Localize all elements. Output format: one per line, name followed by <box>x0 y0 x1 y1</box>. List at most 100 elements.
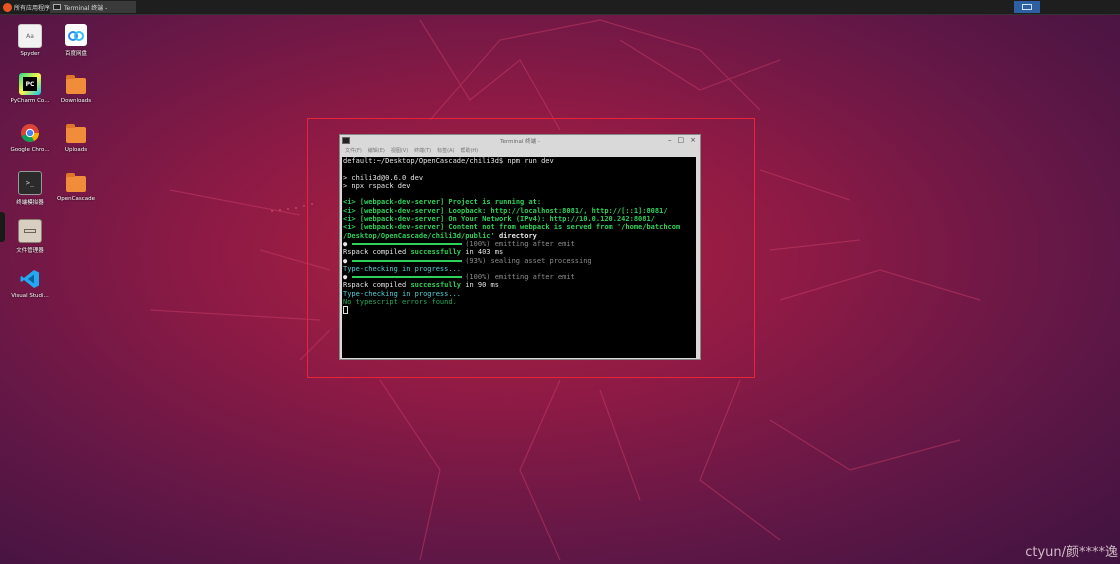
desktop-icon-label: Visual Studi... <box>11 293 49 299</box>
folder-icon <box>65 73 87 95</box>
menu-file[interactable]: 文件(F) <box>345 147 362 154</box>
menu-terminal[interactable]: 终端(T) <box>414 147 431 154</box>
log-message: On Your Network (IPv4): http://10.0.120.… <box>448 215 655 224</box>
taskbar-item-label: Terminal 终端 - <box>64 4 108 12</box>
watermark: ctyun/颜****逸 <box>1025 545 1118 560</box>
side-panel-handle[interactable] <box>0 212 5 242</box>
log-message: Content not from webpack is served from … <box>448 223 681 232</box>
menu-edit[interactable]: 编辑(E) <box>368 147 385 154</box>
maximize-icon[interactable]: □ <box>678 136 685 144</box>
terminal-line: <i> [webpack-dev-server] On Your Network… <box>342 215 696 223</box>
compiled-text: Rspack compiled <box>343 281 407 290</box>
minimize-icon[interactable]: – <box>668 136 672 144</box>
menu-help[interactable]: 帮助(H) <box>460 147 478 154</box>
desktop-icon-pycharm[interactable]: PC PyCharm Co... <box>7 73 53 104</box>
terminal-titlebar[interactable]: Terminal 终端 - – □ × <box>340 135 700 146</box>
compiled-time: in 403 ms <box>465 248 504 257</box>
desktop-icon-label: Downloads <box>60 98 92 104</box>
bullet: ● <box>343 256 348 265</box>
desktop-icon-label: 文件管理器 <box>16 248 44 254</box>
desktop-icon-google-chrome[interactable]: Google Chro... <box>7 122 53 153</box>
terminal-output[interactable]: default:~/Desktop/OpenCascade/chili3d$ n… <box>342 157 696 358</box>
bullet: ● <box>343 239 348 248</box>
desktop-icon-label: Uploads <box>64 147 88 153</box>
log-message: Project is running at: <box>448 198 542 207</box>
desktop-icon-spyder[interactable]: Aa Spyder <box>7 24 53 57</box>
terminal-line: <i> [webpack-dev-server] Loopback: http:… <box>342 207 696 215</box>
terminal-line: <i> [webpack-dev-server] Project is runn… <box>342 198 696 206</box>
terminal-window[interactable]: Terminal 终端 - – □ × 文件(F) 编辑(E) 视图(V) 终端… <box>339 134 701 360</box>
progress-bar <box>352 242 463 245</box>
progress-bar <box>352 276 463 279</box>
terminal-line: No typescript errors found. <box>343 298 457 307</box>
terminal-line: ● (93%) sealing asset processing <box>342 257 696 265</box>
desktop-icon-downloads[interactable]: Downloads <box>53 73 99 104</box>
log-source: [webpack-dev-server] <box>359 223 445 232</box>
terminal-line: Rspack compiled successfully in 403 ms <box>342 248 696 256</box>
desktop-icon-label: OpenCascade <box>56 196 96 202</box>
desktop-icon-terminal-emulator[interactable]: >_ 终端模拟器 <box>7 171 53 206</box>
desktop-icon-file-manager[interactable]: 文件管理器 <box>7 219 53 254</box>
terminal-menubar: 文件(F) 编辑(E) 视图(V) 终端(T) 标签(A) 帮助(H) <box>340 146 700 154</box>
close-icon[interactable]: × <box>690 136 696 144</box>
terminal-line: Rspack compiled successfully in 90 ms <box>342 281 696 289</box>
desktop-icon-label: 终端模拟器 <box>16 200 44 206</box>
desktop-icon-label: 百度网盘 <box>64 51 87 57</box>
terminal-cursor-line <box>342 306 696 315</box>
progress-text: (100%) emitting after emit <box>465 273 575 282</box>
progress-bar <box>352 259 463 262</box>
terminal-window-icon <box>53 4 61 10</box>
terminal-cursor <box>343 306 348 315</box>
terminal-line: Type-checking in progress... <box>343 264 462 273</box>
log-tag: <i> <box>343 223 356 232</box>
terminal-line: <i> [webpack-dev-server] Content not fro… <box>342 223 696 231</box>
start-menu-label: 所有应用程序 <box>14 4 51 12</box>
log-source: [webpack-dev-server] <box>359 215 445 224</box>
taskbar: 所有应用程序 Terminal 终端 - <box>0 0 1120 15</box>
desktop-icon-visual-studio-code[interactable]: Visual Studi... <box>7 268 53 299</box>
compiled-text: Rspack compiled <box>343 248 407 257</box>
folder-icon <box>65 122 87 144</box>
terminal-line: ● (100%) emitting after emit <box>342 240 696 248</box>
vscode-icon <box>19 268 41 290</box>
log-source: [webpack-dev-server] <box>359 206 445 215</box>
log-path: /Desktop/OpenCascade/chili3d/public' <box>343 231 495 240</box>
log-message: Loopback: http://localhost:8081/, http:/… <box>448 206 668 215</box>
log-dir-word: directory <box>498 231 537 240</box>
pycharm-icon: PC <box>19 73 41 95</box>
workspace-switcher[interactable] <box>1014 1 1040 13</box>
compiled-status: successfully <box>410 281 462 290</box>
progress-text: (93%) sealing asset processing <box>465 256 592 265</box>
file-cabinet-icon <box>18 219 42 243</box>
desktop-icon-opencascade[interactable]: OpenCascade <box>53 171 99 202</box>
terminal-title: Terminal 终端 - <box>500 138 540 145</box>
compiled-status: successfully <box>410 248 462 257</box>
start-menu-button[interactable]: 所有应用程序 <box>0 0 53 14</box>
menu-tabs[interactable]: 标签(A) <box>437 147 454 154</box>
log-tag: <i> <box>343 198 356 207</box>
compiled-time: in 90 ms <box>465 281 499 290</box>
progress-text: (100%) emitting after emit <box>465 239 575 248</box>
taskbar-item-terminal[interactable]: Terminal 终端 - <box>50 1 136 13</box>
terminal-line: Type-checking in progress... <box>343 289 462 298</box>
spyder-icon: Aa <box>18 24 42 48</box>
desktop-icon-label: PyCharm Co... <box>10 98 50 104</box>
chrome-icon <box>19 122 41 144</box>
terminal-line: default:~/Desktop/OpenCascade/chili3d$ n… <box>343 157 554 165</box>
terminal-line: > npx rspack dev <box>343 181 411 190</box>
terminal-line: ● (100%) emitting after emit <box>342 273 696 281</box>
log-source: [webpack-dev-server] <box>359 198 445 207</box>
baidu-netdisk-icon <box>65 24 87 46</box>
bullet: ● <box>343 273 348 282</box>
desktop-icon-label: Spyder <box>20 51 40 57</box>
terminal-icon: >_ <box>18 171 42 195</box>
terminal-line: /Desktop/OpenCascade/chili3d/public' dir… <box>342 232 696 240</box>
menu-view[interactable]: 视图(V) <box>391 147 408 154</box>
desktop-icon-uploads[interactable]: Uploads <box>53 122 99 153</box>
workspace-icon <box>1022 4 1032 10</box>
terminal-line: > chili3d@0.6.0 dev <box>343 173 424 182</box>
desktop-icon-baidu-netdisk[interactable]: 百度网盘 <box>53 24 99 57</box>
ubuntu-logo-icon <box>3 2 12 12</box>
